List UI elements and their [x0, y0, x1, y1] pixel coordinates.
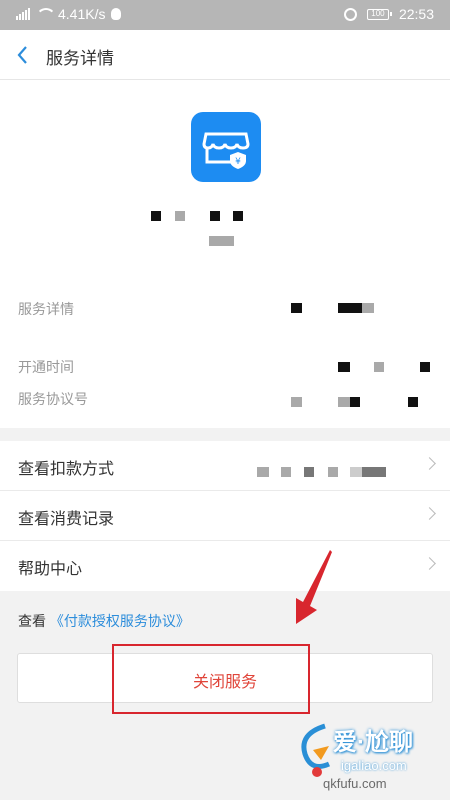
status-left: 4.41K/s	[16, 6, 122, 22]
annotation-arrow-icon	[296, 550, 332, 624]
redacted-value	[408, 397, 418, 407]
watermark-url: igaliao.com	[341, 758, 407, 773]
redacted-value	[362, 303, 374, 313]
status-bar: 4.41K/s 100 22:53	[0, 0, 450, 30]
clock: 22:53	[398, 6, 434, 22]
signal-icon	[16, 8, 30, 20]
redacted-value	[291, 397, 302, 407]
wifi-icon	[36, 8, 56, 20]
redacted-name	[233, 211, 243, 221]
menu-item-label: 帮助中心	[18, 561, 83, 578]
menu-item-consumption-records[interactable]: 查看消费记录	[0, 491, 450, 541]
redacted-value	[350, 397, 360, 407]
redacted-value	[257, 467, 269, 477]
service-info: ¥ 服务详情 开通时间 服务协议号	[0, 80, 450, 428]
redacted-name	[175, 211, 185, 221]
page-title: 服务详情	[46, 49, 114, 68]
redacted-value	[338, 362, 350, 372]
redacted-value	[350, 467, 362, 477]
menu-item-label: 查看扣款方式	[18, 461, 115, 478]
menu-item-payment-method[interactable]: 查看扣款方式	[0, 441, 450, 491]
battery-icon: 100	[366, 8, 392, 20]
redacted-value	[281, 467, 291, 477]
menu-item-help-center[interactable]: 帮助中心	[0, 541, 450, 591]
redacted-value	[362, 467, 386, 477]
svg-text:¥: ¥	[235, 157, 241, 167]
info-label-detail: 服务详情	[18, 301, 74, 317]
watermark-brand: 爱·尬聊	[333, 729, 413, 756]
info-label-agreement-no: 服务协议号	[18, 391, 88, 407]
watermark-logo: 爱·尬聊 igaliao.com qkfufu.com	[293, 706, 445, 794]
back-button[interactable]	[12, 42, 36, 68]
redacted-value	[338, 397, 350, 407]
info-label-open-time: 开通时间	[18, 359, 74, 375]
redacted-value	[420, 362, 430, 372]
chevron-right-icon	[423, 507, 436, 520]
agreement-link[interactable]: 《付款授权服务协议》	[50, 613, 190, 629]
watermark-swirl-icon	[301, 723, 331, 777]
qq-icon	[111, 8, 122, 20]
watermark-url-secondary: qkfufu.com	[323, 776, 387, 791]
redacted-value	[291, 303, 302, 313]
redacted-name	[151, 211, 161, 221]
chevron-right-icon	[423, 557, 436, 570]
nav-header: 服务详情	[0, 30, 450, 80]
agreement-line: 查看 《付款授权服务协议》	[18, 611, 190, 631]
chevron-left-icon	[17, 46, 27, 64]
menu-item-label: 查看消费记录	[18, 511, 115, 528]
chevron-right-icon	[423, 457, 436, 470]
store-yuan-shield-icon: ¥	[191, 112, 261, 182]
redacted-value	[338, 303, 362, 313]
redacted-value	[374, 362, 384, 372]
redacted-value	[304, 467, 314, 477]
service-menu: 查看扣款方式 查看消费记录 帮助中心	[0, 441, 450, 591]
redacted-subtitle	[209, 236, 234, 246]
annotation-highlight-box	[112, 644, 310, 714]
redacted-name	[210, 211, 220, 221]
status-right: 100 22:53	[343, 6, 434, 22]
network-speed: 4.41K/s	[58, 6, 106, 22]
agreement-prefix: 查看	[18, 613, 46, 629]
alarm-icon	[343, 7, 357, 21]
redacted-value	[328, 467, 338, 477]
